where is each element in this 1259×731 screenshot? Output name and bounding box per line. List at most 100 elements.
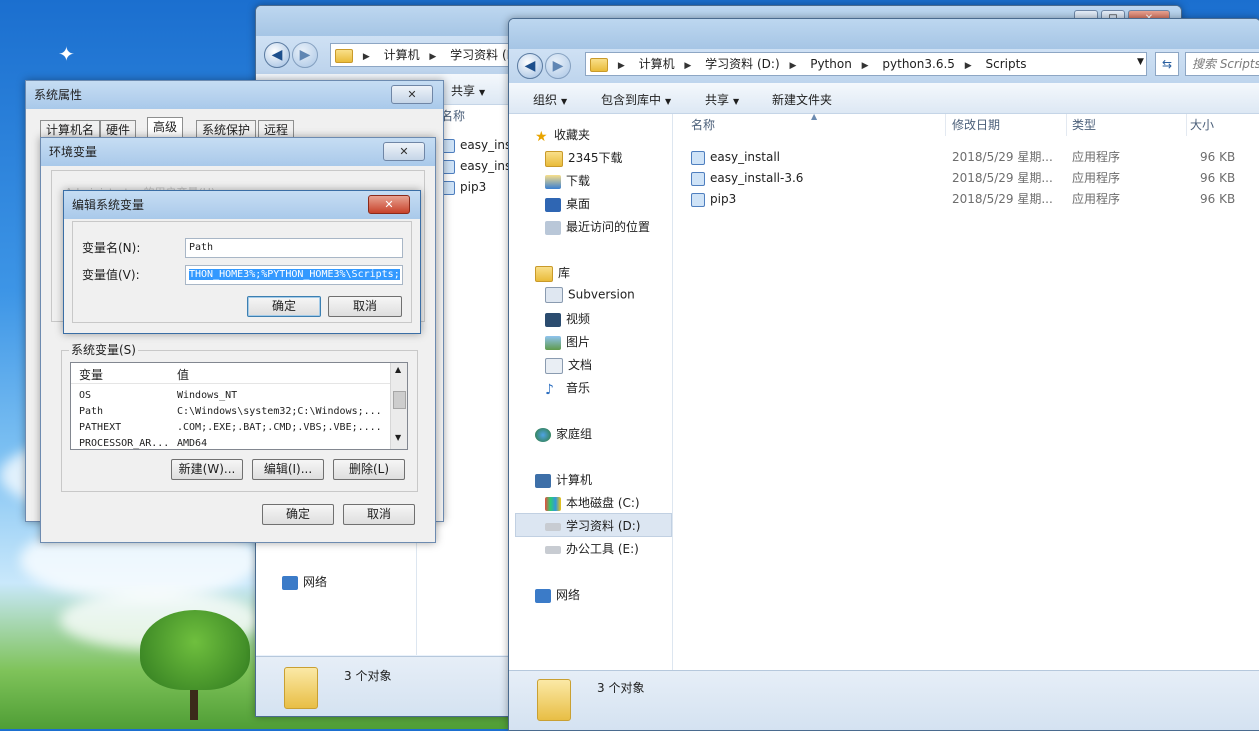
table-row[interactable]: PROCESSOR_AR... AMD64 xyxy=(71,436,391,449)
breadcrumb-item[interactable]: 计算机 xyxy=(639,53,675,75)
close-button[interactable]: ✕ xyxy=(368,195,410,214)
nav-label: 图片 xyxy=(566,335,591,349)
new-variable-button[interactable]: 新建(W)... xyxy=(171,459,243,480)
nav-item-libraries[interactable]: 库 xyxy=(535,264,570,282)
folder-icon xyxy=(537,679,571,721)
file-row[interactable]: easy_install 2018/5/29 星期... 应用程序 96 KB xyxy=(691,147,1259,167)
front-navigation-pane: ★ 收藏夹 2345下载 下载 桌面 最近访问的位置 库 Subversion 视… xyxy=(509,114,673,670)
video-icon xyxy=(545,312,561,327)
front-explorer-window[interactable]: ◀ ▶ ▶ 计算机 ▶ 学习资料 (D:) ▶ Python ▶ python3… xyxy=(508,18,1259,731)
edit-variable-button[interactable]: 编辑(I)... xyxy=(252,459,324,480)
star-icon: ★ xyxy=(535,128,548,145)
nav-item-network[interactable]: 网络 xyxy=(282,573,327,590)
search-input[interactable]: 搜索 Scripts xyxy=(1185,52,1259,76)
share-menu[interactable]: 共享 ▼ xyxy=(705,91,739,108)
system-variables-list[interactable]: 变量 值 OS Windows_NT Path C:\Windows\syste… xyxy=(70,362,408,450)
file-row[interactable]: easy_install-3.6 2018/5/29 星期... 应用程序 96… xyxy=(691,168,1259,188)
file-row[interactable]: easy_inst xyxy=(441,156,516,176)
file-name: pip3 xyxy=(710,192,737,206)
variable-name-field[interactable]: Path xyxy=(185,238,403,258)
forward-arrow-icon[interactable]: ▶ xyxy=(545,53,571,79)
music-note-icon: ♪ xyxy=(545,381,554,398)
nav-item-homegroup[interactable]: 家庭组 xyxy=(535,425,592,442)
breadcrumb-item[interactable]: 计算机 xyxy=(384,44,420,66)
nav-item-downloads[interactable]: 下载 xyxy=(545,172,590,189)
back-arrow-icon[interactable]: ◀ xyxy=(517,53,543,79)
edit-system-variable-dialog[interactable]: 编辑系统变量 ✕ 变量名(N): Path 变量值(V): THON_HOME3… xyxy=(63,190,421,334)
table-row[interactable]: PATHEXT .COM;.EXE;.BAT;.CMD;.VBS;.VBE;..… xyxy=(71,420,391,436)
nav-label: 2345下载 xyxy=(568,151,623,165)
file-type: 应用程序 xyxy=(1072,192,1121,206)
column-header-size[interactable]: 大小 xyxy=(1190,114,1259,136)
file-row[interactable]: easy_inst xyxy=(441,135,516,155)
breadcrumb-item[interactable]: 学习资料 (D:) xyxy=(450,44,511,66)
back-address-bar[interactable]: ▶ 计算机 ▶ 学习资料 (D:) xyxy=(330,43,512,67)
vertical-scrollbar[interactable]: ▲ ▼ xyxy=(390,363,407,449)
nav-item-drive-e[interactable]: 办公工具 (E:) xyxy=(545,540,639,557)
hard-drive-icon xyxy=(545,522,561,531)
nav-item-pictures[interactable]: 图片 xyxy=(545,333,590,350)
front-address-bar[interactable]: ▶ 计算机 ▶ 学习资料 (D:) ▶ Python ▶ python3.6.5… xyxy=(585,52,1147,76)
var-value: C:\Windows\system32;C:\Windows;... xyxy=(177,406,382,417)
close-button[interactable]: ✕ xyxy=(383,142,425,161)
front-window-titlebar[interactable] xyxy=(509,19,1259,51)
table-row[interactable]: Path C:\Windows\system32;C:\Windows;... xyxy=(71,404,391,420)
chevron-down-icon: ▼ xyxy=(561,97,568,106)
dialog-title: 环境变量 xyxy=(41,138,435,166)
breadcrumb-item[interactable]: python3.6.5 xyxy=(882,53,955,75)
new-folder-button[interactable]: 新建文件夹 xyxy=(772,91,832,108)
breadcrumb-item[interactable]: Python xyxy=(810,53,852,75)
nav-item-favorites[interactable]: ★ 收藏夹 xyxy=(535,126,590,145)
nav-label: 网络 xyxy=(303,575,328,589)
back-arrow-icon[interactable]: ◀ xyxy=(264,42,290,68)
column-header-name[interactable]: 名称 xyxy=(691,114,946,136)
nav-item-network[interactable]: 网络 xyxy=(535,586,580,603)
forward-arrow-icon[interactable]: ▶ xyxy=(292,42,318,68)
file-date: 2018/5/29 星期... xyxy=(952,171,1053,185)
nav-item-drive-c[interactable]: 本地磁盘 (C:) xyxy=(545,494,640,511)
cancel-button[interactable]: 取消 xyxy=(328,296,402,317)
share-menu[interactable]: 共享 ▼ xyxy=(451,82,485,99)
file-row[interactable]: pip3 2018/5/29 星期... 应用程序 96 KB xyxy=(691,189,1259,209)
item-count: 3 个对象 xyxy=(597,681,645,695)
variable-value-label: 变量值(V): xyxy=(82,268,140,282)
computer-icon xyxy=(535,473,551,488)
refresh-icon[interactable]: ⇆ xyxy=(1155,52,1179,76)
nav-item-subversion[interactable]: Subversion xyxy=(545,287,635,303)
organize-menu[interactable]: 组织 ▼ xyxy=(533,91,567,108)
table-row[interactable]: OS Windows_NT xyxy=(71,388,391,404)
system-drive-icon xyxy=(545,496,561,511)
breadcrumb-item[interactable]: Scripts xyxy=(986,53,1027,75)
front-file-list: 名称 ▲ 修改日期 类型 大小 easy_install 2018/5/29 星… xyxy=(673,112,1259,670)
delete-variable-button[interactable]: 删除(L) xyxy=(333,459,405,480)
column-header-type[interactable]: 类型 xyxy=(1072,114,1187,136)
var-name: Path xyxy=(79,406,104,417)
scroll-thumb[interactable] xyxy=(393,391,406,409)
ok-button[interactable]: 确定 xyxy=(262,504,334,525)
scroll-up-icon[interactable]: ▲ xyxy=(395,365,401,374)
variable-value-field[interactable]: THON_HOME3%;%PYTHON_HOME3%\Scripts; xyxy=(185,265,403,285)
ok-button[interactable]: 确定 xyxy=(247,296,321,317)
nav-item-music[interactable]: ♪ 音乐 xyxy=(545,379,590,398)
include-library-menu[interactable]: 包含到库中 ▼ xyxy=(601,91,671,108)
file-row[interactable]: pip3 xyxy=(441,177,486,197)
nav-item-desktop[interactable]: 桌面 xyxy=(545,195,590,212)
sort-arrow-icon: ▲ xyxy=(811,112,818,121)
nav-item-recent-places[interactable]: 最近访问的位置 xyxy=(545,218,650,235)
breadcrumb-item[interactable]: 学习资料 (D:) xyxy=(705,53,779,75)
nav-item-2345-downloads[interactable]: 2345下载 xyxy=(545,149,623,167)
nav-item-drive-d[interactable]: 学习资料 (D:) xyxy=(545,517,640,534)
nav-item-computer[interactable]: 计算机 xyxy=(535,471,592,488)
folder-icon xyxy=(590,57,608,72)
cancel-button[interactable]: 取消 xyxy=(343,504,415,525)
column-header-date[interactable]: 修改日期 xyxy=(952,114,1067,136)
nav-item-documents[interactable]: 文档 xyxy=(545,356,592,374)
nav-label: 视频 xyxy=(566,312,591,326)
app-icon xyxy=(691,171,705,186)
column-header-value[interactable]: 值 xyxy=(177,366,189,383)
close-button[interactable]: ✕ xyxy=(391,85,433,104)
scroll-down-icon[interactable]: ▼ xyxy=(395,433,401,442)
nav-item-videos[interactable]: 视频 xyxy=(545,310,590,327)
address-dropdown-icon[interactable]: ▼ xyxy=(1137,57,1144,67)
column-header-variable[interactable]: 变量 xyxy=(79,366,103,383)
